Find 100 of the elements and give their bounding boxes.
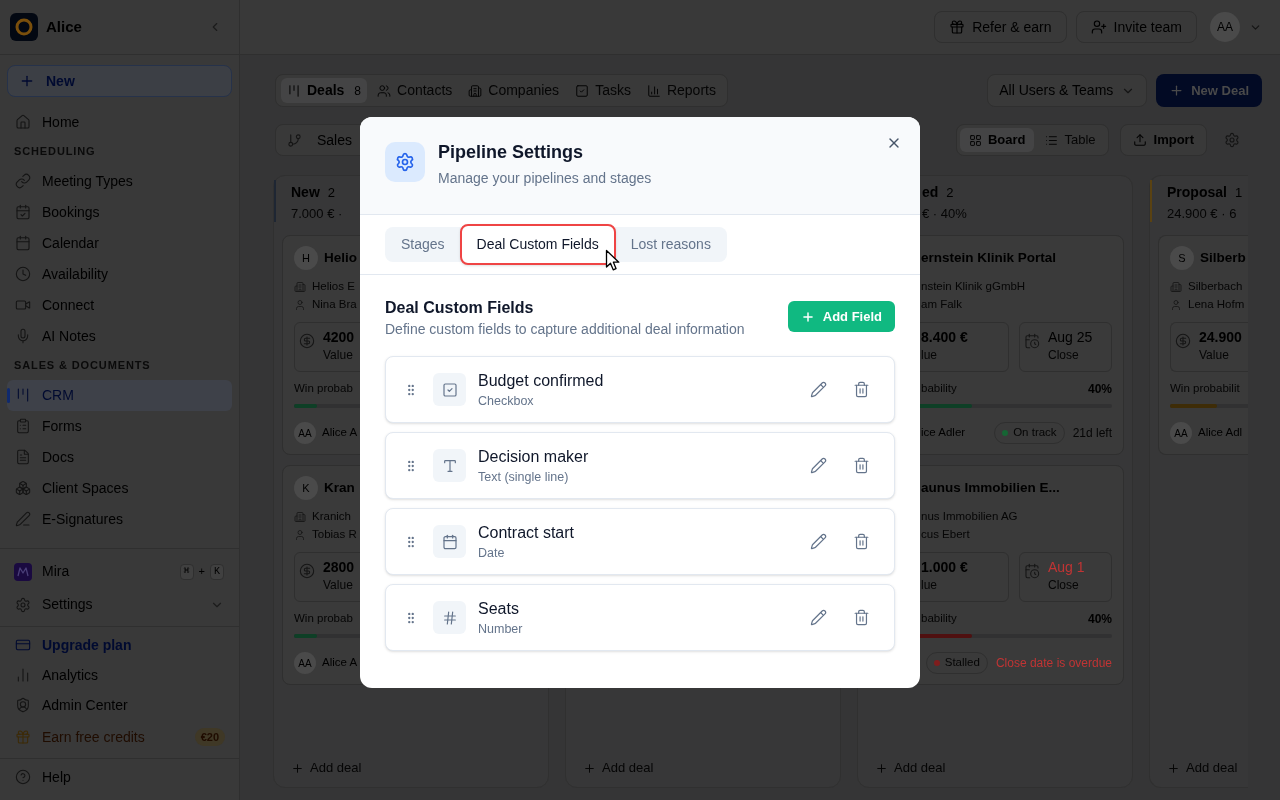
deal-title: aunus Immobilien E... — [921, 478, 1060, 497]
add-field-button[interactable]: Add Field — [787, 301, 895, 332]
nav-item[interactable]: Settings — [7, 589, 232, 620]
nav-item[interactable]: Analytics — [7, 660, 218, 690]
pencil-icon — [809, 457, 827, 474]
user-avatar[interactable]: AA — [1210, 12, 1240, 42]
person-icon — [1170, 299, 1182, 311]
owner-filter-select[interactable]: All Users & Teams — [987, 74, 1148, 107]
stage-count: 1 — [1234, 183, 1243, 202]
nav-item[interactable]: Docs — [7, 441, 232, 473]
nav-item[interactable]: Calendar — [7, 227, 232, 259]
nav-item[interactable]: Connect — [7, 289, 232, 321]
plus-icon — [875, 761, 888, 775]
bar-chart-icon — [15, 667, 31, 683]
workspace-name: Alice — [46, 16, 82, 37]
deal-value: 4200 — [323, 328, 355, 347]
help-icon — [15, 769, 31, 785]
settings-icon — [385, 142, 425, 182]
deal-value: 8.400 € — [921, 328, 968, 347]
shortcut-joiner: + — [198, 564, 205, 580]
deal-avatar: H — [294, 246, 318, 270]
nav-item[interactable]: Earn free credits — [7, 721, 188, 753]
shortcut-key: K — [210, 563, 224, 580]
owner-name: Alice Adl — [1198, 425, 1243, 441]
nav-item[interactable]: Mira — [7, 556, 173, 587]
shortcut-key: ⌘ — [179, 563, 194, 580]
nav-item[interactable]: Home — [7, 106, 232, 138]
field-type: Text (single line) — [478, 468, 570, 485]
header-button[interactable]: Invite team — [1075, 11, 1197, 43]
upload-icon — [1132, 133, 1147, 147]
gift-icon — [949, 19, 966, 35]
building-icon — [294, 511, 306, 523]
view-tab[interactable]: Board — [959, 128, 1035, 152]
nav-item[interactable]: Client Spaces — [7, 472, 232, 504]
due-note: Close date is overdue — [995, 655, 1112, 672]
owner-name: Alice A — [322, 655, 358, 671]
calendar-check-icon — [15, 204, 31, 220]
nav-item[interactable]: AI Notes — [7, 320, 232, 352]
trash-icon — [852, 457, 870, 474]
dialog-tab[interactable]: Stages — [386, 227, 460, 262]
stage-count: 2 — [327, 183, 336, 202]
section-description: Define custom fields to capture additional deal information — [385, 320, 745, 339]
tab[interactable]: Deals 8 — [281, 78, 368, 103]
nav-item[interactable]: E-Signatures — [7, 503, 232, 535]
nav-item[interactable]: Help — [7, 762, 232, 792]
probability-value: 40% — [1087, 611, 1112, 628]
calendar-clock-icon — [1024, 563, 1040, 579]
nav-item[interactable]: Upgrade plan — [7, 630, 218, 660]
field-name: Seats — [478, 598, 520, 619]
plus-icon — [1167, 761, 1180, 775]
user-plus-icon — [1090, 19, 1107, 35]
nav-item[interactable]: Meeting Types — [7, 165, 232, 197]
kanban-icon — [287, 83, 301, 98]
nav-item[interactable]: CRM — [7, 379, 232, 411]
stage-name: New — [291, 183, 320, 202]
field-type: Number — [478, 620, 523, 637]
mouse-pointer-icon — [605, 249, 622, 272]
pencil-icon — [809, 609, 827, 626]
stage-name: Proposal — [1167, 183, 1227, 202]
stage-name: ed — [922, 183, 939, 202]
calendar-clock-icon — [1024, 333, 1040, 349]
owner-avatar: AA — [294, 652, 316, 674]
dollar-coin-icon — [299, 333, 315, 349]
field-type: Date — [478, 544, 506, 561]
dialog-tab[interactable]: Deal Custom Fields — [459, 224, 616, 265]
person-icon — [294, 299, 306, 311]
home-icon — [15, 114, 31, 130]
checkbox-icon — [433, 373, 466, 406]
new-button[interactable]: New — [7, 65, 232, 97]
field-name: Budget confirmed — [478, 370, 604, 391]
shield-user-icon — [15, 697, 31, 713]
branch-icon — [287, 132, 302, 148]
deal-avatar: K — [294, 476, 318, 500]
workspace-logo-icon — [10, 13, 38, 41]
tab-count: 8 — [354, 82, 362, 100]
grid-icon — [968, 133, 982, 147]
dialog-tab[interactable]: Lost reasons — [615, 227, 726, 262]
header-button[interactable]: Refer & earn — [934, 11, 1067, 43]
building-icon — [468, 83, 483, 98]
close-date: Aug 1 — [1048, 558, 1085, 577]
pencil-icon — [809, 381, 827, 398]
nav-item[interactable]: Admin Center — [7, 690, 218, 720]
field-name: Contract start — [478, 522, 575, 543]
deal-value: 1.000 € — [921, 558, 968, 577]
deal-title: Helio — [324, 248, 357, 267]
clock-icon — [15, 266, 31, 282]
trash-icon — [852, 533, 870, 550]
plus-icon — [19, 73, 35, 89]
import-button[interactable]: Import — [1119, 124, 1207, 156]
dollar-coin-icon — [299, 563, 315, 579]
nav-item[interactable]: Availability — [7, 258, 232, 290]
owner-avatar: AA — [294, 422, 316, 444]
new-deal-button[interactable]: New Deal — [1156, 74, 1262, 107]
microphone-icon — [15, 328, 31, 344]
pen-icon — [15, 511, 31, 527]
selection-indicator — [7, 387, 10, 403]
nav-item[interactable]: Bookings — [7, 196, 232, 228]
deal-value: 24.900 — [1199, 328, 1242, 347]
nav-item[interactable]: Forms — [7, 410, 232, 442]
settings-icon — [15, 596, 31, 613]
